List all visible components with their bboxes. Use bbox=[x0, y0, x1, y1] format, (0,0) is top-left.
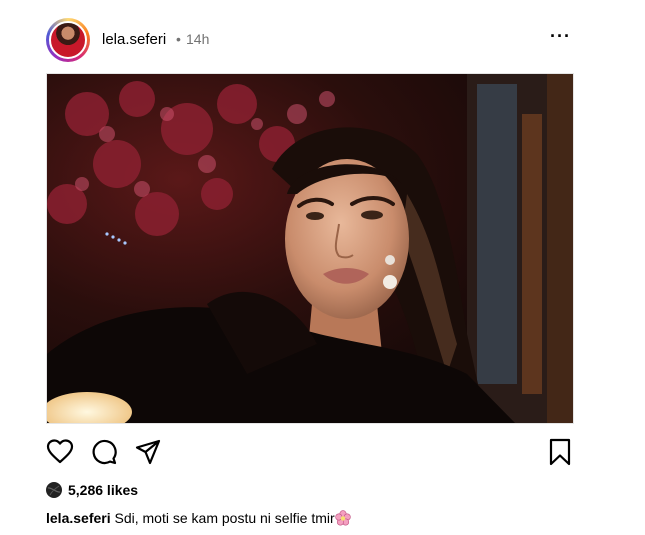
comment-icon[interactable] bbox=[90, 438, 118, 466]
flower-icon bbox=[334, 510, 351, 526]
heart-icon[interactable] bbox=[46, 438, 74, 466]
post-photo-graphic bbox=[47, 74, 573, 423]
likes-count[interactable]: 5,286 likes bbox=[68, 482, 138, 498]
post-image[interactable] bbox=[46, 73, 574, 424]
post-time[interactable]: 14h bbox=[186, 31, 209, 47]
post-header: lela.seferi • 14h ··· bbox=[46, 18, 574, 62]
caption: lela.seferi Sdi, moti se kam postu ni se… bbox=[46, 510, 351, 526]
share-icon[interactable] bbox=[134, 438, 162, 466]
action-bar bbox=[46, 438, 574, 468]
more-options-icon[interactable]: ··· bbox=[550, 26, 571, 47]
caption-text: Sdi, moti se kam postu ni selfie tmir bbox=[114, 510, 335, 526]
avatar[interactable] bbox=[49, 21, 87, 59]
story-ring[interactable] bbox=[46, 18, 90, 62]
caption-username-link[interactable]: lela.seferi bbox=[46, 510, 111, 526]
bookmark-icon[interactable] bbox=[546, 438, 574, 466]
liker-avatar-icon[interactable] bbox=[46, 482, 62, 498]
username-link[interactable]: lela.seferi bbox=[102, 31, 166, 48]
separator-dot: • bbox=[176, 31, 181, 47]
